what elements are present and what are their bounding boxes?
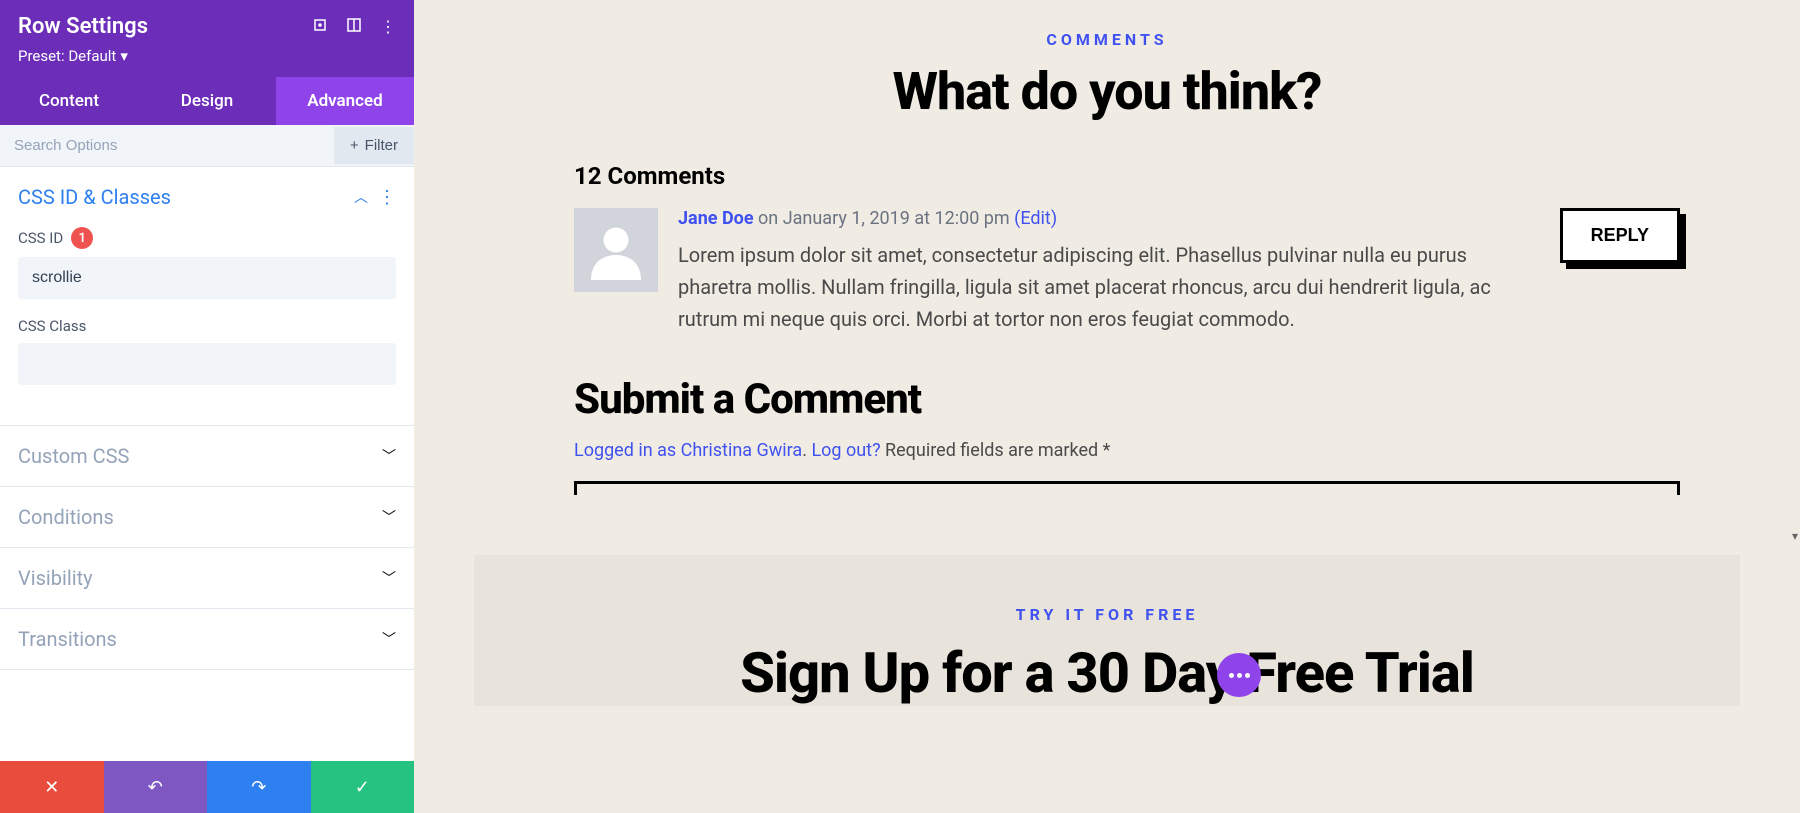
panel-title: Row Settings — [18, 14, 148, 39]
css-class-input[interactable] — [18, 343, 396, 385]
required-text: Required fields are marked * — [885, 440, 1110, 461]
css-id-badge: 1 — [71, 227, 93, 249]
filter-button[interactable]: + Filter — [334, 127, 414, 164]
section-menu-icon[interactable]: ⋮ — [378, 187, 396, 208]
chevron-down-icon: ▾ — [120, 47, 128, 65]
comment-item: Jane Doe on January 1, 2019 at 12:00 pm … — [574, 208, 1680, 335]
save-button[interactable]: ✓ — [311, 761, 415, 813]
logged-in-link[interactable]: Logged in as Christina Gwira — [574, 440, 802, 461]
section-title: Custom CSS — [18, 444, 129, 468]
css-class-label: CSS Class — [18, 317, 396, 335]
comment-date: on January 1, 2019 at 12:00 pm — [758, 208, 1010, 229]
tab-design[interactable]: Design — [138, 77, 276, 125]
section-header-visibility[interactable]: Visibility ﹀ — [0, 548, 414, 608]
undo-button[interactable]: ↶ — [104, 761, 208, 813]
logout-link[interactable]: Log out? — [811, 440, 880, 461]
preview-pane[interactable]: COMMENTS What do you think? 12 Comments … — [414, 0, 1800, 813]
comment-author[interactable]: Jane Doe — [678, 208, 754, 229]
comments-label: COMMENTS — [474, 30, 1740, 49]
chevron-down-icon: ﹀ — [382, 568, 396, 588]
section-conditions: Conditions ﹀ — [0, 487, 414, 548]
chevron-down-icon: ﹀ — [382, 507, 396, 527]
submit-meta: Logged in as Christina Gwira. Log out? R… — [574, 440, 1740, 461]
comments-count: 12 Comments — [574, 162, 1740, 190]
close-button[interactable]: ✕ — [0, 761, 104, 813]
sidebar-header: Row Settings ⋮ Preset: Default ▾ — [0, 0, 414, 77]
css-id-input[interactable] — [18, 257, 396, 299]
edit-link[interactable]: (Edit) — [1014, 208, 1057, 229]
section-custom-css: Custom CSS ﹀ — [0, 426, 414, 487]
expand-arrow-icon[interactable]: ▾ — [1792, 529, 1798, 543]
trial-section: TRY IT FOR FREE Sign Up for a 30 Day Fre… — [474, 555, 1740, 706]
section-css-id-classes: CSS ID & Classes ︿ ⋮ CSS ID 1 CSS Class — [0, 167, 414, 426]
avatar — [574, 208, 658, 292]
comment-text: Lorem ipsum dolor sit amet, consectetur … — [678, 239, 1540, 335]
chevron-down-icon: ﹀ — [382, 629, 396, 649]
section-title: CSS ID & Classes — [18, 185, 171, 209]
chevron-up-icon: ︿ — [354, 187, 368, 207]
tab-advanced[interactable]: Advanced — [276, 77, 414, 125]
trial-label: TRY IT FOR FREE — [474, 605, 1740, 624]
filter-label: Filter — [365, 137, 398, 154]
plus-icon: + — [350, 137, 359, 154]
preset-label: Preset: Default — [18, 47, 116, 65]
css-id-label: CSS ID 1 — [18, 227, 396, 249]
redo-button[interactable]: ↷ — [207, 761, 311, 813]
section-title: Transitions — [18, 627, 117, 651]
more-icon[interactable]: ⋮ — [380, 17, 396, 36]
expand-icon[interactable] — [312, 17, 328, 37]
chevron-down-icon: ﹀ — [382, 446, 396, 466]
search-row: + Filter — [0, 125, 414, 167]
section-title: Visibility — [18, 566, 93, 590]
comment-meta: Jane Doe on January 1, 2019 at 12:00 pm … — [678, 208, 1540, 229]
section-transitions: Transitions ﹀ — [0, 609, 414, 670]
comments-heading: What do you think? — [474, 61, 1740, 122]
section-header-transitions[interactable]: Transitions ﹀ — [0, 609, 414, 669]
fab-button[interactable] — [1217, 653, 1261, 697]
panel-body: CSS ID & Classes ︿ ⋮ CSS ID 1 CSS Class — [0, 167, 414, 761]
bottom-bar: ✕ ↶ ↷ ✓ — [0, 761, 414, 813]
dots-icon — [1229, 673, 1250, 678]
section-header-conditions[interactable]: Conditions ﹀ — [0, 487, 414, 547]
settings-sidebar: Row Settings ⋮ Preset: Default ▾ Content… — [0, 0, 414, 813]
tab-content[interactable]: Content — [0, 77, 138, 125]
section-header-css-id-classes[interactable]: CSS ID & Classes ︿ ⋮ — [0, 167, 414, 227]
search-input[interactable] — [0, 125, 334, 166]
trial-heading: Sign Up for a 30 Day Free Trial — [474, 640, 1740, 706]
section-header-custom-css[interactable]: Custom CSS ﹀ — [0, 426, 414, 486]
preset-selector[interactable]: Preset: Default ▾ — [18, 47, 396, 65]
tabs: Content Design Advanced — [0, 77, 414, 125]
submit-heading: Submit a Comment — [574, 375, 1740, 424]
reply-button[interactable]: REPLY — [1560, 208, 1680, 263]
section-visibility: Visibility ﹀ — [0, 548, 414, 609]
section-title: Conditions — [18, 505, 114, 529]
drag-icon[interactable] — [346, 17, 362, 37]
comment-textarea-top[interactable] — [574, 481, 1680, 495]
